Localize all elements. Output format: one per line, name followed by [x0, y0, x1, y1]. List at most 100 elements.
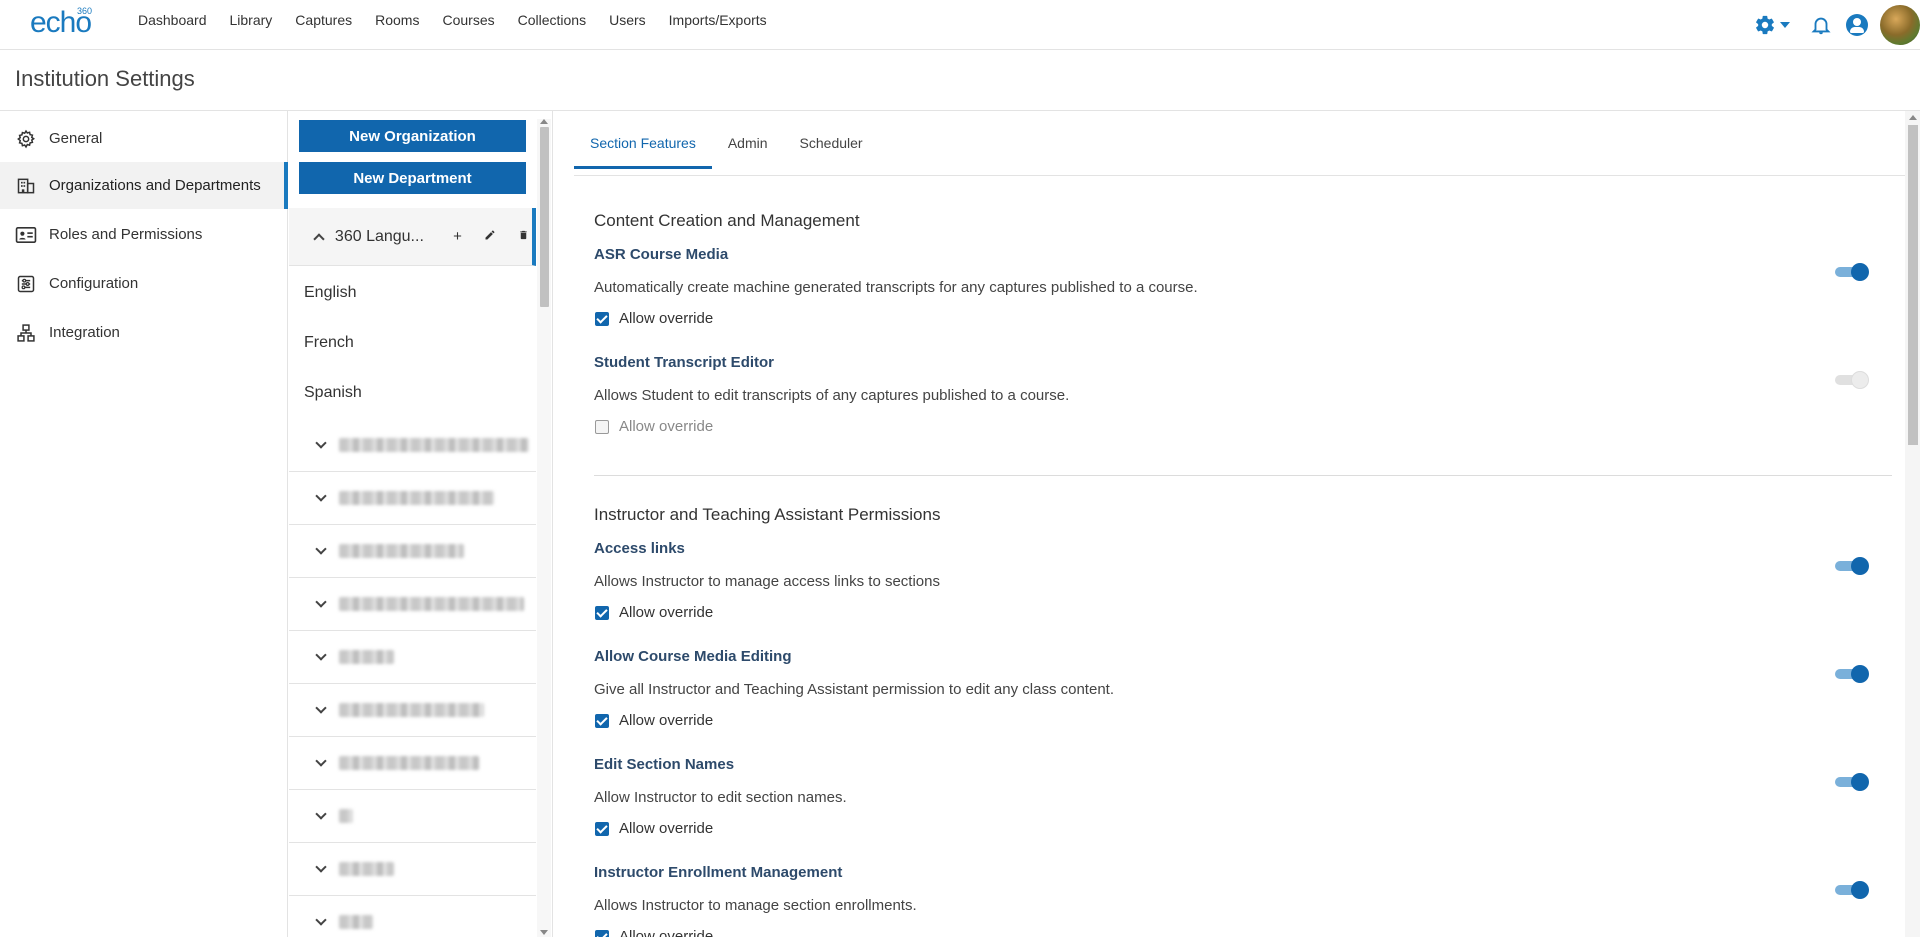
tab-scheduler[interactable]: Scheduler — [784, 135, 879, 169]
edit-organization-button[interactable] — [481, 228, 499, 245]
override-label: Allow override — [619, 820, 714, 837]
chevron-down-icon[interactable] — [315, 596, 327, 608]
delete-organization-button[interactable] — [514, 228, 532, 245]
chevron-down-icon[interactable] — [315, 437, 327, 449]
sidebar-item-organizations[interactable]: Organizations and Departments — [0, 162, 288, 209]
section-heading: Content Creation and Management — [594, 211, 860, 230]
collapsed-organization-row[interactable] — [289, 631, 536, 684]
section-divider — [594, 475, 1892, 476]
feature-toggle[interactable] — [1835, 665, 1869, 683]
nav-rooms[interactable]: Rooms — [375, 12, 419, 28]
toggle-knob — [1851, 773, 1869, 791]
new-department-button[interactable]: New Department — [299, 162, 526, 194]
department-item-french[interactable]: French — [304, 334, 354, 352]
page-title: Institution Settings — [15, 66, 195, 91]
checkbox-unchecked[interactable] — [595, 419, 609, 434]
checkbox-checked[interactable] — [595, 929, 609, 937]
scroll-up-arrow-icon[interactable] — [1909, 115, 1917, 120]
allow-override-checkbox[interactable]: Allow override — [595, 604, 713, 621]
chevron-down-icon[interactable] — [315, 543, 327, 555]
sidebar-item-label: Organizations and Departments — [49, 177, 261, 194]
chevron-down-icon[interactable] — [315, 649, 327, 661]
scroll-up-arrow-icon[interactable] — [540, 119, 548, 124]
nav-library[interactable]: Library — [230, 12, 273, 28]
checkbox-checked[interactable] — [595, 713, 609, 728]
allow-override-checkbox[interactable]: Allow override — [595, 820, 713, 837]
new-organization-button[interactable]: New Organization — [299, 120, 526, 152]
feature-toggle[interactable] — [1835, 557, 1869, 575]
collapsed-organization-row[interactable] — [289, 419, 536, 472]
feature-title: Student Transcript Editor — [594, 354, 775, 371]
chevron-down-icon[interactable] — [315, 914, 327, 926]
collapsed-organization-row[interactable] — [289, 896, 536, 937]
sidebar-item-label: Roles and Permissions — [49, 226, 203, 243]
nav-users[interactable]: Users — [609, 12, 646, 28]
nav-courses[interactable]: Courses — [442, 12, 494, 28]
chevron-down-icon[interactable] — [315, 702, 327, 714]
organization-tree-panel: New Organization New Department 360 Lang… — [289, 111, 552, 937]
checkbox-checked[interactable] — [595, 605, 609, 620]
sidebar-item-configuration[interactable]: Configuration — [0, 260, 288, 307]
checkbox-checked[interactable] — [595, 311, 609, 326]
selected-organization-row[interactable]: 360 Langu... + — [289, 208, 536, 266]
sidebar-item-general[interactable]: General — [0, 115, 288, 162]
chevron-down-icon[interactable] — [315, 755, 327, 767]
id-card-icon — [15, 224, 37, 246]
settings-gear-icon[interactable] — [1754, 14, 1776, 36]
allow-override-checkbox[interactable]: Allow override — [595, 928, 713, 937]
toggle-knob — [1851, 665, 1869, 683]
chevron-down-icon[interactable] — [315, 808, 327, 820]
nav-captures[interactable]: Captures — [295, 12, 352, 28]
chevron-down-icon[interactable] — [315, 861, 327, 873]
nav-imports-exports[interactable]: Imports/Exports — [669, 12, 767, 28]
feature-toggle[interactable] — [1835, 371, 1869, 389]
tab-admin[interactable]: Admin — [712, 135, 784, 169]
scrollbar-thumb[interactable] — [540, 127, 549, 307]
collapsed-organization-row[interactable] — [289, 578, 536, 631]
feature-description: Allow Instructor to edit section names. — [594, 789, 847, 806]
config-icon — [15, 273, 37, 295]
feature-toggle[interactable] — [1835, 881, 1869, 899]
redacted-organization-name — [339, 438, 529, 452]
user-avatar[interactable] — [1880, 5, 1920, 45]
sidebar-item-roles[interactable]: Roles and Permissions — [0, 211, 288, 258]
nav-dashboard[interactable]: Dashboard — [138, 12, 207, 28]
feature-title: Access links — [594, 540, 685, 557]
chevron-up-icon[interactable] — [313, 232, 325, 245]
settings-dropdown-caret-icon[interactable] — [1780, 22, 1790, 28]
sidebar-item-integration[interactable]: Integration — [0, 309, 288, 356]
override-label: Allow override — [619, 418, 714, 435]
collapsed-organization-row[interactable] — [289, 684, 536, 737]
department-item-spanish[interactable]: Spanish — [304, 384, 362, 402]
scroll-down-arrow-icon[interactable] — [540, 930, 548, 935]
user-profile-icon[interactable] — [1846, 14, 1868, 36]
allow-override-checkbox[interactable]: Allow override — [595, 712, 713, 729]
feature-toggle[interactable] — [1835, 263, 1869, 281]
checkbox-checked[interactable] — [595, 821, 609, 836]
collapsed-organization-row[interactable] — [289, 790, 536, 843]
feature-toggle[interactable] — [1835, 773, 1869, 791]
main-scrollbar[interactable] — [1905, 111, 1920, 937]
echo360-logo[interactable]: echo 360 — [30, 6, 92, 40]
add-department-button[interactable]: + — [449, 228, 467, 245]
chevron-down-icon[interactable] — [315, 490, 327, 502]
override-label: Allow override — [619, 712, 714, 729]
org-tree-scrollbar[interactable] — [537, 119, 551, 937]
settings-tabs: Section Features Admin Scheduler — [574, 135, 879, 169]
feature-description: Allows Student to edit transcripts of an… — [594, 387, 1070, 404]
redacted-organization-name — [339, 491, 494, 505]
collapsed-organization-row[interactable] — [289, 472, 536, 525]
organization-name: 360 Langu... — [334, 227, 424, 245]
toggle-knob — [1851, 263, 1869, 281]
collapsed-organization-row[interactable] — [289, 737, 536, 790]
nav-collections[interactable]: Collections — [518, 12, 586, 28]
collapsed-organization-row[interactable] — [289, 525, 536, 578]
department-item-english[interactable]: English — [304, 284, 356, 302]
notification-bell-icon[interactable] — [1810, 13, 1832, 37]
section-heading: Instructor and Teaching Assistant Permis… — [594, 505, 941, 524]
allow-override-checkbox[interactable]: Allow override — [595, 310, 713, 327]
collapsed-organization-row[interactable] — [289, 843, 536, 896]
tab-section-features[interactable]: Section Features — [574, 135, 712, 169]
allow-override-checkbox[interactable]: Allow override — [595, 418, 713, 435]
scrollbar-thumb[interactable] — [1908, 125, 1918, 445]
